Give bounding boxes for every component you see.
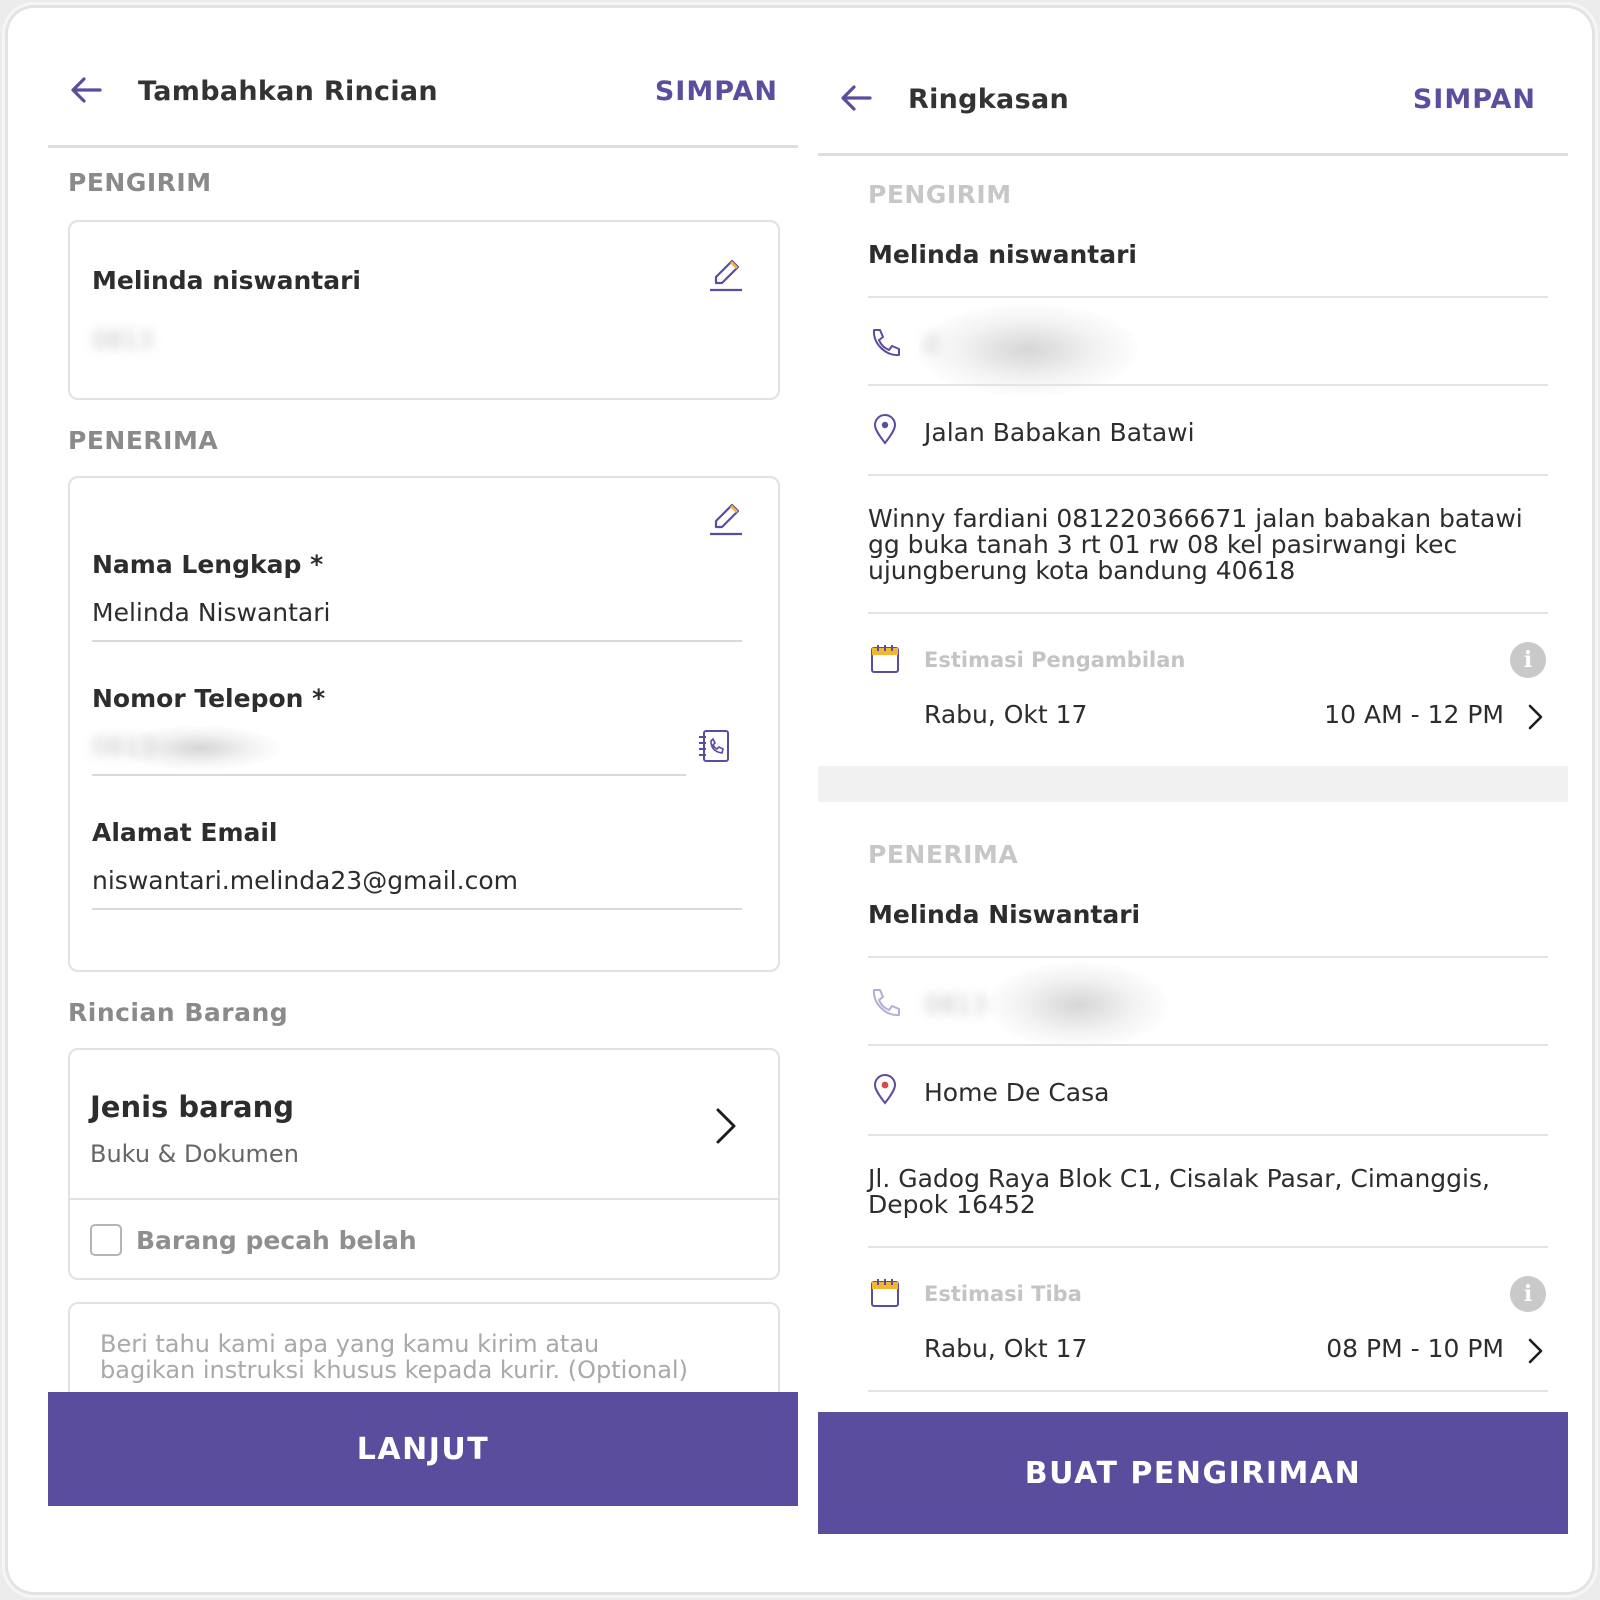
divider xyxy=(868,1134,1548,1136)
email-underline xyxy=(92,908,742,910)
top-app-bar: Ringkasan SIMPAN xyxy=(818,8,1568,156)
notes-placeholder-line-1: Beri tahu kami apa yang kamu kirim atau xyxy=(100,1330,600,1358)
save-button[interactable]: SIMPAN xyxy=(655,76,778,107)
arrival-date: Rabu, Okt 17 xyxy=(924,1334,1088,1363)
screenshot-frame: Tambahkan Rincian SIMPAN PENGIRIM Melind… xyxy=(8,8,1592,1592)
page-title: Ringkasan xyxy=(908,84,1069,115)
full-name-underline xyxy=(92,640,742,642)
sender-address-line-3: ujungberung kota bandung 40618 xyxy=(868,556,1296,585)
recipient-address-line-2: Depok 16452 xyxy=(868,1190,1036,1219)
sender-phone: 0813 xyxy=(92,326,154,354)
divider xyxy=(868,1390,1548,1392)
notes-placeholder-line-2: bagikan instruksi khusus kepada kurir. (… xyxy=(100,1356,688,1384)
item-type-value: Buku & Dokumen xyxy=(90,1140,299,1168)
info-icon[interactable]: i xyxy=(1510,1276,1546,1312)
full-name-label: Nama Lengkap * xyxy=(92,550,324,579)
pickup-time-row[interactable]: Rabu, Okt 17 10 AM - 12 PM xyxy=(868,688,1548,748)
sender-name: Melinda niswantari xyxy=(92,266,361,295)
divider xyxy=(868,1246,1548,1248)
email-label: Alamat Email xyxy=(92,818,278,847)
phone-number-label: Nomor Telepon * xyxy=(92,684,326,713)
divider xyxy=(868,612,1548,614)
sender-location: Jalan Babakan Batawi xyxy=(924,418,1195,447)
divider xyxy=(70,1198,778,1200)
recipient-address-line-1: Jl. Gadog Raya Blok C1, Cisalak Pasar, C… xyxy=(868,1164,1490,1193)
item-details-label: Rincian Barang xyxy=(68,998,289,1027)
create-shipment-button[interactable]: BUAT PENGIRIMAN xyxy=(818,1412,1568,1534)
divider xyxy=(868,384,1548,386)
save-button[interactable]: SIMPAN xyxy=(1413,84,1536,115)
divider xyxy=(868,474,1548,476)
location-pin-icon xyxy=(873,414,897,445)
divider xyxy=(868,1044,1548,1046)
info-icon[interactable]: i xyxy=(1510,642,1546,678)
pickup-date: Rabu, Okt 17 xyxy=(924,700,1088,729)
edit-pencil-icon[interactable] xyxy=(706,256,746,296)
sender-address-line-1: Winny fardiani 081220366671 jalan babaka… xyxy=(868,504,1523,533)
calendar-icon xyxy=(871,645,899,673)
item-details-card: Jenis barang Buku & Dokumen Barang pecah… xyxy=(68,1048,780,1280)
fragile-label: Barang pecah belah xyxy=(136,1226,417,1255)
sender-section-label: PENGIRIM xyxy=(68,168,212,197)
back-arrow-icon[interactable] xyxy=(836,78,876,118)
contact-book-icon[interactable] xyxy=(696,728,732,764)
arrival-time: 08 PM - 10 PM xyxy=(1326,1334,1504,1363)
add-details-screen: Tambahkan Rincian SIMPAN PENGIRIM Melind… xyxy=(48,8,798,1538)
redaction-blur xyxy=(120,726,280,770)
recipient-card: Nama Lengkap * Melinda Niswantari Nomor … xyxy=(68,476,780,972)
arrival-time-row[interactable]: Rabu, Okt 17 08 PM - 10 PM xyxy=(868,1322,1548,1382)
chevron-right-icon xyxy=(1528,704,1543,730)
section-separator xyxy=(818,766,1568,802)
recipient-section-label: PENERIMA xyxy=(868,840,1019,869)
phone-icon xyxy=(872,329,900,357)
arrival-estimate-label: Estimasi Tiba xyxy=(924,1282,1082,1306)
calendar-icon xyxy=(871,1279,899,1307)
chevron-right-icon xyxy=(1528,1338,1543,1364)
top-app-bar: Tambahkan Rincian SIMPAN xyxy=(48,8,798,148)
email-input[interactable]: niswantari.melinda23@gmail.com xyxy=(92,866,518,895)
sender-name: Melinda niswantari xyxy=(868,240,1137,269)
divider xyxy=(868,296,1548,298)
edit-pencil-icon[interactable] xyxy=(706,500,746,540)
recipient-section-label: PENERIMA xyxy=(68,426,219,455)
sender-section-label: PENGIRIM xyxy=(868,180,1012,209)
page-title: Tambahkan Rincian xyxy=(138,76,438,107)
recipient-name: Melinda Niswantari xyxy=(868,900,1141,929)
recipient-phone: 0813 xyxy=(924,990,988,1019)
sender-address-line-2: gg buka tanah 3 rt 01 rw 08 kel pasirwan… xyxy=(868,530,1458,559)
divider xyxy=(868,956,1548,958)
summary-screen: Ringkasan SIMPAN PENGIRIM Melinda niswan… xyxy=(818,8,1568,1566)
chevron-right-icon xyxy=(716,1108,736,1144)
pickup-time: 10 AM - 12 PM xyxy=(1324,700,1504,729)
continue-button[interactable]: LANJUT xyxy=(48,1392,798,1506)
recipient-location: Home De Casa xyxy=(924,1078,1110,1107)
back-arrow-icon[interactable] xyxy=(66,70,106,110)
item-type-row[interactable]: Jenis barang Buku & Dokumen xyxy=(70,1050,778,1198)
pickup-estimate-label: Estimasi Pengambilan xyxy=(924,648,1186,672)
sender-card: Melinda niswantari 0813 xyxy=(68,220,780,400)
full-name-input[interactable]: Melinda Niswantari xyxy=(92,598,330,627)
fragile-checkbox[interactable] xyxy=(90,1224,122,1256)
phone-number-underline xyxy=(92,774,686,776)
redaction-blur xyxy=(918,304,1138,396)
phone-icon xyxy=(872,989,900,1017)
location-pin-icon xyxy=(873,1074,897,1105)
item-type-label: Jenis barang xyxy=(90,1090,295,1124)
redaction-blur xyxy=(988,962,1168,1048)
